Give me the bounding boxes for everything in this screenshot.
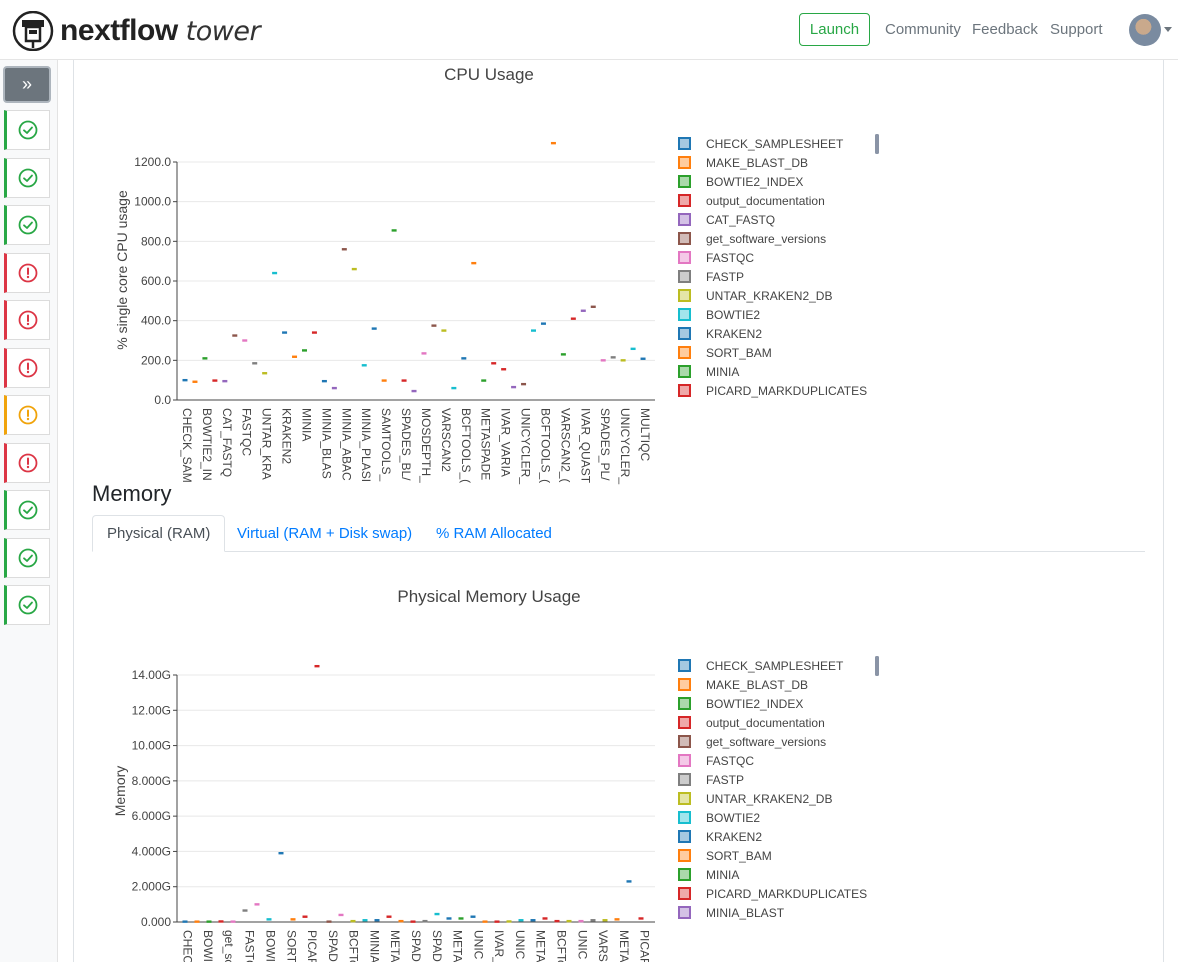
y-tick-label: 6.000G: [132, 809, 171, 823]
legend-swatch: [678, 849, 691, 862]
legend-swatch: [678, 811, 691, 824]
legend-swatch: [678, 830, 691, 843]
x-tick-label: SPAD: [326, 930, 340, 962]
legend-label: FASTP: [706, 773, 744, 787]
legend-label: BOWTIE2: [706, 811, 760, 825]
x-tick-label: IVAR_: [492, 930, 506, 962]
legend-swatch: [678, 716, 691, 729]
x-tick-label: UNIC: [575, 930, 589, 960]
x-tick-label: META: [617, 930, 631, 962]
x-tick-label: BCFTo: [347, 930, 361, 962]
x-tick-label: SPAD: [430, 930, 444, 962]
x-tick-label: META: [534, 930, 548, 962]
legend-label: CHECK_SAMPLESHEET: [706, 659, 844, 673]
x-tick-label: MINIA: [367, 930, 381, 962]
x-tick-label: PICAF: [305, 930, 319, 962]
y-tick-label: 0.000: [141, 915, 171, 929]
legend-label: FASTQC: [706, 754, 754, 768]
x-tick-label: META: [388, 930, 402, 962]
x-tick-label: UNIC: [513, 930, 527, 960]
legend-label: get_software_versions: [706, 735, 826, 749]
x-tick-label: get_sc: [222, 930, 236, 962]
x-tick-label: PICAF: [638, 930, 652, 962]
chart-title: Physical Memory Usage: [397, 587, 580, 606]
x-tick-label: SORT: [284, 930, 298, 962]
x-tick-label: VARS: [596, 930, 610, 962]
legend-swatch: [678, 906, 691, 919]
legend-swatch: [678, 659, 691, 672]
legend-swatch: [678, 697, 691, 710]
x-tick-label: FASTC: [243, 930, 257, 962]
x-tick-label: SPAD: [409, 930, 423, 962]
legend-label: SORT_BAM: [706, 849, 772, 863]
y-axis-label: Memory: [112, 766, 128, 817]
legend-swatch: [678, 868, 691, 881]
legend-scrollbar[interactable]: [875, 656, 879, 676]
legend-label: BOWTIE2_INDEX: [706, 697, 803, 711]
x-tick-label: BCFTo: [554, 930, 568, 962]
legend-label: UNTAR_KRAKEN2_DB: [706, 792, 832, 806]
x-tick-label: UNIC: [471, 930, 485, 960]
legend-label: MAKE_BLAST_DB: [706, 678, 808, 692]
legend-swatch: [678, 887, 691, 900]
legend-label: output_documentation: [706, 716, 825, 730]
legend-swatch: [678, 754, 691, 767]
y-tick-label: 4.000G: [132, 844, 171, 858]
legend-label: PICARD_MARKDUPLICATES: [706, 887, 867, 901]
x-tick-label: BOWI: [201, 930, 215, 962]
x-tick-label: CHEC: [180, 930, 194, 962]
y-tick-label: 10.00G: [132, 739, 171, 753]
legend-swatch: [678, 735, 691, 748]
legend-swatch: [678, 792, 691, 805]
y-tick-label: 14.00G: [132, 668, 171, 682]
physical-memory-chart: Physical Memory Usage Memory 0.000 2.000G 4.…: [112, 587, 879, 962]
legend-label: MINIA: [706, 868, 739, 882]
legend-swatch: [678, 773, 691, 786]
legend-label: KRAKEN2: [706, 830, 762, 844]
legend-swatch: [678, 678, 691, 691]
y-tick-label: 2.000G: [132, 880, 171, 894]
x-tick-label: BOWI: [264, 930, 278, 962]
y-tick-label: 12.00G: [132, 703, 171, 717]
legend-label: MINIA_BLAST: [706, 906, 785, 920]
y-tick-label: 8.000G: [132, 774, 171, 788]
x-tick-label: META: [451, 930, 465, 962]
